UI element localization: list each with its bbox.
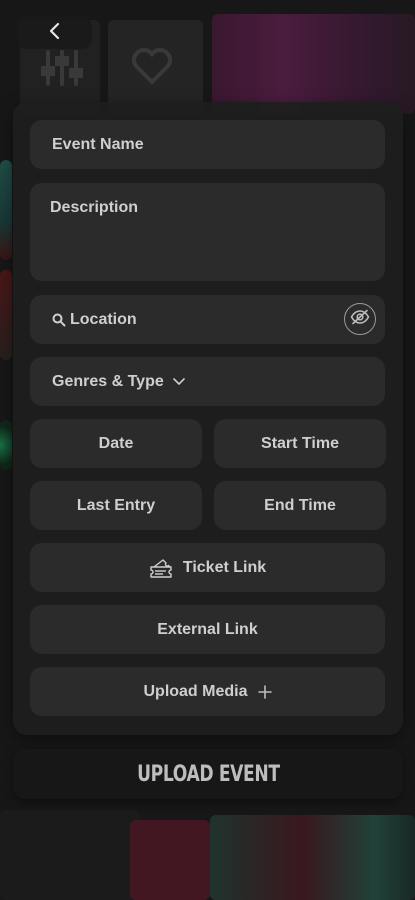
start-time-picker-button[interactable]: Start Time xyxy=(214,419,386,468)
genres-type-dropdown[interactable]: Genres & Type xyxy=(30,357,385,406)
upload-event-label: UPLOAD EVENT xyxy=(136,761,280,787)
search-icon xyxy=(52,313,66,327)
upload-media-button[interactable]: Upload Media xyxy=(30,667,385,716)
genres-type-label: Genres & Type xyxy=(52,372,164,390)
end-time-label: End Time xyxy=(264,496,336,514)
ticket-link-label: Ticket Link xyxy=(182,558,267,576)
last-entry-label: Last Entry xyxy=(76,496,156,514)
external-link-label: External Link xyxy=(157,620,258,638)
start-time-label: Start Time xyxy=(261,434,339,452)
back-button[interactable] xyxy=(17,17,92,49)
event-name-placeholder: Event Name xyxy=(52,135,144,153)
description-placeholder: Description xyxy=(50,199,139,216)
date-picker-button[interactable]: Date xyxy=(30,419,202,468)
upload-media-label: Upload Media xyxy=(143,682,248,700)
external-link-input[interactable]: External Link xyxy=(30,605,385,654)
chevron-left-icon xyxy=(48,22,62,45)
event-name-input[interactable]: Event Name xyxy=(30,120,385,169)
description-input[interactable]: Description xyxy=(30,183,385,281)
create-event-form: Event Name Description Location Genres &… xyxy=(13,102,403,735)
ticket-icon xyxy=(149,558,173,578)
visibility-toggle-button[interactable] xyxy=(344,303,376,335)
location-input[interactable]: Location xyxy=(30,295,385,344)
location-placeholder: Location xyxy=(70,310,137,328)
eye-off-icon xyxy=(350,309,370,330)
upload-event-button[interactable]: UPLOAD EVENT xyxy=(13,749,403,799)
ticket-link-input[interactable]: Ticket Link xyxy=(30,543,385,592)
plus-icon xyxy=(257,684,272,699)
last-entry-picker-button[interactable]: Last Entry xyxy=(30,481,202,530)
date-label: Date xyxy=(98,434,134,452)
end-time-picker-button[interactable]: End Time xyxy=(214,481,386,530)
chevron-down-icon xyxy=(172,377,186,386)
